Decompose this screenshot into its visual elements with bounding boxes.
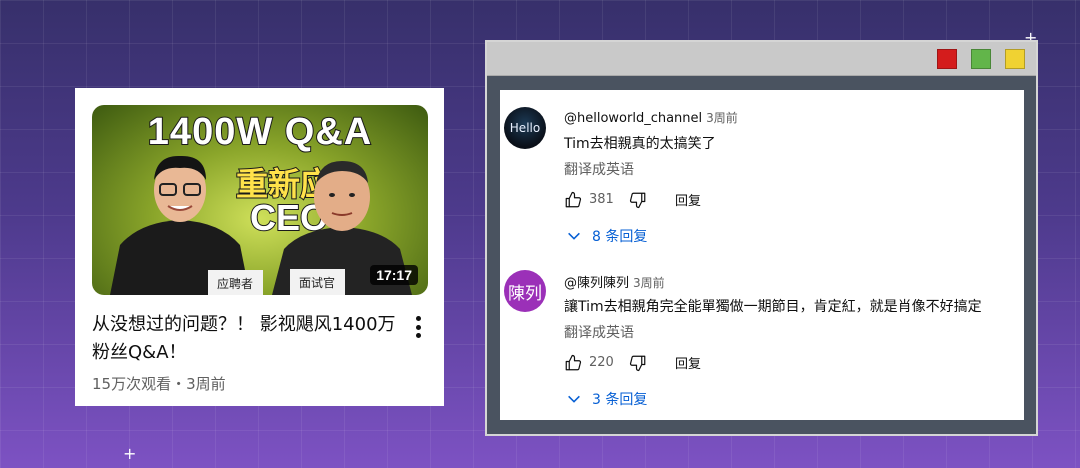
comment-header: @陳列陳列 3周前 (564, 272, 665, 291)
video-title[interactable]: 从没想过的问题？！ 影视飓风1400万粉丝Q&A！ (92, 311, 397, 367)
window-titlebar[interactable] (487, 42, 1036, 76)
chevron-down-icon (568, 232, 580, 240)
comment-time[interactable]: 3周前 (706, 111, 738, 125)
thumb-up-icon[interactable] (564, 191, 582, 209)
sparkle-decoration: + (123, 444, 137, 463)
like-count: 381 (589, 192, 614, 207)
thumb-down-icon[interactable] (629, 354, 647, 372)
comment-author[interactable]: @helloworld_channel (564, 111, 702, 126)
avatar[interactable]: Hello (504, 107, 546, 149)
reply-button[interactable]: 回复 (675, 190, 701, 209)
comment-actions: 381 回复 (564, 190, 701, 209)
thumbnail-sign-left: 应聘者 (217, 276, 253, 291)
window-close-button[interactable] (937, 49, 957, 69)
avatar-text: 陳列 (508, 283, 542, 304)
avatar-text: Hello (509, 121, 541, 135)
comment-actions: 220 回复 (564, 353, 701, 372)
view-replies-button[interactable]: 8 条回复 (566, 226, 647, 246)
comments-window: Hello @helloworld_channel 3周前 Tim去相親真的太搞笑… (485, 40, 1038, 436)
reply-button[interactable]: 回复 (675, 353, 701, 372)
translate-link[interactable]: 翻译成英语 (564, 159, 634, 179)
avatar[interactable]: 陳列 (504, 270, 546, 312)
thumbnail-title-line1: 1400W Q&A (147, 110, 373, 154)
video-thumbnail[interactable]: 1400W Q&A 重新应聘 CEO? 应聘者 面试官 17:17 (92, 105, 428, 295)
replies-count: 3 条回复 (592, 392, 648, 408)
comment-text: Tim去相親真的太搞笑了 (564, 136, 716, 152)
thumb-down-icon[interactable] (629, 191, 647, 209)
window-maximize-button[interactable] (971, 49, 991, 69)
comment-header: @helloworld_channel 3周前 (564, 109, 738, 126)
like-count: 220 (589, 355, 614, 370)
comment-text: 讓Tim去相親角完全能單獨做一期節目，肯定紅，就是肖像不好搞定 (564, 299, 982, 315)
translate-link[interactable]: 翻译成英语 (564, 322, 634, 342)
video-meta: 15万次观看・3周前 (92, 375, 226, 393)
video-card[interactable]: 1400W Q&A 重新应聘 CEO? 应聘者 面试官 17:17 从没想过的问… (75, 88, 444, 406)
more-vert-icon[interactable] (410, 314, 426, 340)
video-duration: 17:17 (370, 265, 418, 285)
thumb-up-icon[interactable] (564, 354, 582, 372)
thumbnail-person-left: 应聘者 (110, 155, 263, 295)
replies-count: 8 条回复 (592, 229, 648, 245)
thumbnail-sign-right: 面试官 (299, 275, 335, 290)
window-minimize-button[interactable] (1005, 49, 1025, 69)
chevron-down-icon (568, 395, 580, 403)
comments-panel: Hello @helloworld_channel 3周前 Tim去相親真的太搞笑… (500, 90, 1024, 420)
view-replies-button[interactable]: 3 条回复 (566, 389, 647, 409)
comment-author[interactable]: @陳列陳列 (564, 276, 629, 291)
comment-time[interactable]: 3周前 (633, 276, 665, 290)
